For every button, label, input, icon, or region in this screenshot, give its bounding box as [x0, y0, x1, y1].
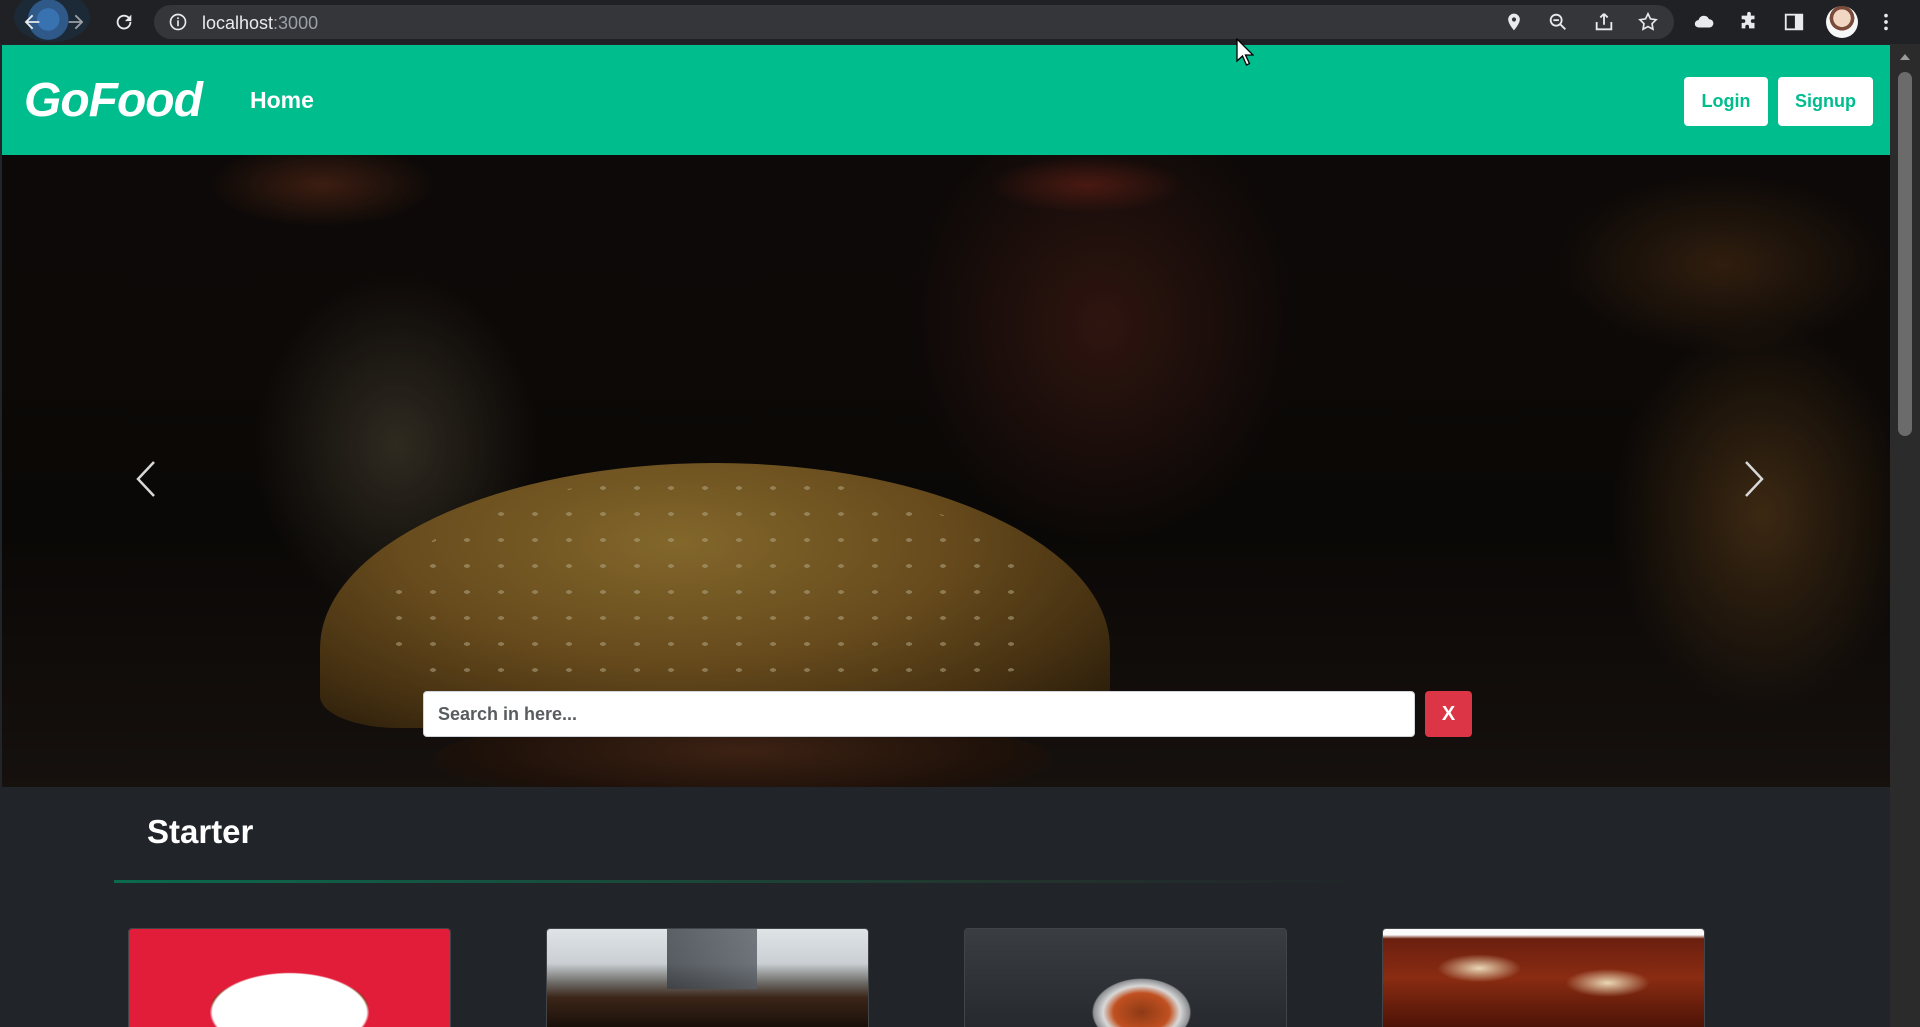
url-port: :3000: [273, 13, 319, 33]
scrollbar-thumb[interactable]: [1898, 72, 1912, 436]
extension-cloud-icon[interactable]: [1690, 8, 1718, 36]
zoom-icon[interactable]: [1544, 8, 1572, 36]
address-bar[interactable]: localhost:3000: [154, 5, 1674, 39]
url-text: localhost:3000: [202, 13, 318, 34]
browser-window: localhost:3000 GoFood Home Login Signup …: [0, 0, 1920, 1027]
info-icon[interactable]: [168, 12, 188, 32]
signup-button[interactable]: Signup: [1778, 77, 1873, 126]
search-input[interactable]: [423, 691, 1415, 737]
location-icon[interactable]: [1500, 8, 1528, 36]
food-card[interactable]: [1382, 928, 1705, 1027]
category-title: Starter: [147, 813, 254, 850]
profile-avatar[interactable]: [1826, 6, 1858, 38]
food-card[interactable]: [128, 928, 451, 1027]
forward-icon[interactable]: [62, 8, 90, 36]
page-scrollbar[interactable]: [1890, 44, 1920, 1027]
food-card-image: [965, 929, 1286, 1027]
food-card-image: [129, 929, 450, 1027]
food-card[interactable]: [964, 928, 1287, 1027]
back-icon[interactable]: [18, 8, 46, 36]
extensions-puzzle-icon[interactable]: [1735, 8, 1763, 36]
category-section: Starter: [2, 787, 1890, 1027]
brand-logo[interactable]: GoFood: [24, 73, 203, 128]
side-panel-icon[interactable]: [1780, 8, 1808, 36]
navbar: GoFood Home Login Signup: [2, 45, 1890, 155]
menu-kebab-icon[interactable]: [1872, 8, 1900, 36]
scroll-up-arrow-icon[interactable]: [1900, 54, 1910, 60]
bookmark-star-icon[interactable]: [1634, 8, 1662, 36]
food-card-image: [1383, 929, 1704, 1027]
food-card-image: [547, 929, 868, 1027]
login-button[interactable]: Login: [1684, 77, 1768, 126]
reload-icon[interactable]: [110, 8, 138, 36]
nav-link-home[interactable]: Home: [250, 87, 314, 114]
search-clear-button[interactable]: X: [1425, 691, 1472, 737]
carousel-next-icon[interactable]: [1734, 449, 1774, 509]
food-card[interactable]: [546, 928, 869, 1027]
mouse-cursor-icon: [1236, 37, 1255, 71]
url-host: localhost: [202, 13, 274, 33]
share-icon[interactable]: [1590, 8, 1618, 36]
category-divider: [114, 880, 1354, 883]
browser-toolbar: localhost:3000: [0, 0, 1920, 44]
carousel-prev-icon[interactable]: [126, 449, 166, 509]
